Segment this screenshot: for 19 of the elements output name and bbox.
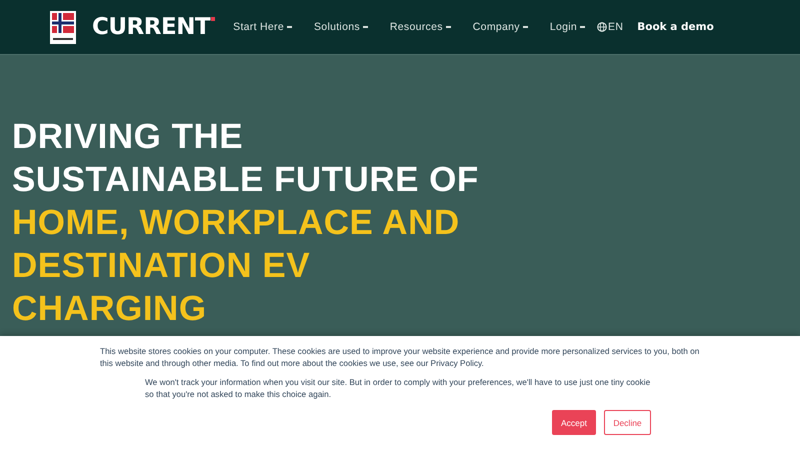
- nav-link[interactable]: Solutions: [314, 21, 368, 33]
- cookie-note: We won't track your information when you visit our site. But in order to comply with your preferences, we'll have to use just one tiny cookie so that you're not asked to make this choice again.: [145, 376, 652, 400]
- cookie-message: This website stores cookies on your computer. These cookies are used to improve your website experience and provide more personalized services to you, both on this website and through other media. To find out more about the cookies we use, see our Privacy Policy.: [100, 345, 700, 369]
- book-demo-link[interactable]: Book a demo: [637, 21, 714, 33]
- headline-text: SUSTAINABLE FUTURE OF: [12, 159, 479, 201]
- headline-text: DRIVING THE: [12, 116, 244, 158]
- headline-text: HOME, WORKPLACE AND: [12, 202, 460, 244]
- brand-logo[interactable]: CURRENT: [92, 16, 210, 38]
- decline-button[interactable]: Decline: [604, 410, 651, 435]
- accept-button[interactable]: Accept: [552, 410, 596, 435]
- nav-link[interactable]: Company: [472, 21, 528, 33]
- nav-link[interactable]: Resources: [390, 21, 451, 33]
- globe-icon: [597, 22, 608, 32]
- nav-link[interactable]: Start Here: [233, 21, 292, 33]
- language-link[interactable]: EN: [597, 21, 624, 33]
- flag-logo-icon: [50, 10, 76, 44]
- nav-link[interactable]: Login: [550, 21, 586, 33]
- headline-text: CHARGING: [12, 288, 207, 330]
- headline-text: DESTINATION EV: [12, 245, 310, 287]
